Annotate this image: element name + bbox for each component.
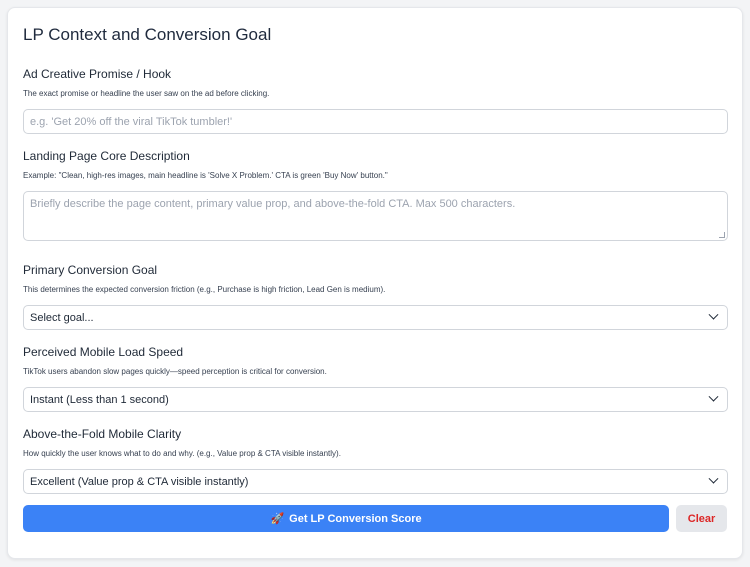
ad-hook-help: The exact promise or headline the user s… [23, 89, 270, 98]
get-score-button[interactable]: 🚀 Get LP Conversion Score [23, 505, 670, 532]
chevron-down-icon [708, 473, 719, 484]
clarity-select[interactable]: Excellent (Value prop & CTA visible inst… [23, 469, 728, 494]
clarity-field: Above-the-Fold Mobile Clarity How quickl… [23, 427, 728, 494]
load-speed-field: Perceived Mobile Load Speed TikTok users… [23, 345, 728, 412]
conversion-goal-field: Primary Conversion Goal This determines … [23, 263, 728, 330]
conversion-goal-label: Primary Conversion Goal [23, 263, 158, 277]
load-speed-label: Perceived Mobile Load Speed [23, 345, 184, 359]
lp-description-label: Landing Page Core Description [23, 149, 190, 163]
load-speed-value: Instant (Less than 1 second) [30, 393, 169, 406]
ad-hook-input[interactable]: e.g. 'Get 20% off the viral TikTok tumbl… [23, 109, 728, 134]
lp-description-help: Example: "Clean, high-res images, main h… [23, 171, 388, 180]
rocket-icon: 🚀 [270, 513, 285, 525]
page-title: LP Context and Conversion Goal [23, 25, 272, 44]
clear-button[interactable]: Clear [676, 505, 727, 532]
lp-description-placeholder: Briefly describe the page content, prima… [30, 198, 516, 210]
lp-description-field: Landing Page Core Description Example: "… [23, 149, 728, 241]
chevron-down-icon [708, 391, 719, 402]
ad-hook-placeholder: e.g. 'Get 20% off the viral TikTok tumbl… [30, 115, 233, 128]
lp-description-textarea[interactable]: Briefly describe the page content, prima… [23, 191, 728, 241]
ad-hook-label: Ad Creative Promise / Hook [23, 67, 172, 81]
conversion-goal-select[interactable]: Select goal... [23, 305, 728, 330]
clarity-help: How quickly the user knows what to do an… [23, 449, 341, 458]
form-card: LP Context and Conversion Goal Ad Creati… [7, 7, 743, 559]
get-score-label: Get LP Conversion Score [289, 512, 422, 525]
load-speed-select[interactable]: Instant (Less than 1 second) [23, 387, 728, 412]
action-row: 🚀 Get LP Conversion Score Clear [23, 505, 727, 532]
chevron-down-icon [708, 309, 719, 320]
clarity-label: Above-the-Fold Mobile Clarity [23, 427, 182, 441]
resize-grip-icon[interactable] [719, 232, 725, 238]
load-speed-help: TikTok users abandon slow pages quickly—… [23, 367, 327, 376]
clarity-value: Excellent (Value prop & CTA visible inst… [30, 475, 249, 488]
conversion-goal-value: Select goal... [30, 311, 94, 324]
conversion-goal-help: This determines the expected conversion … [23, 285, 386, 294]
ad-hook-field: Ad Creative Promise / Hook The exact pro… [23, 67, 728, 134]
clear-label: Clear [687, 512, 716, 525]
